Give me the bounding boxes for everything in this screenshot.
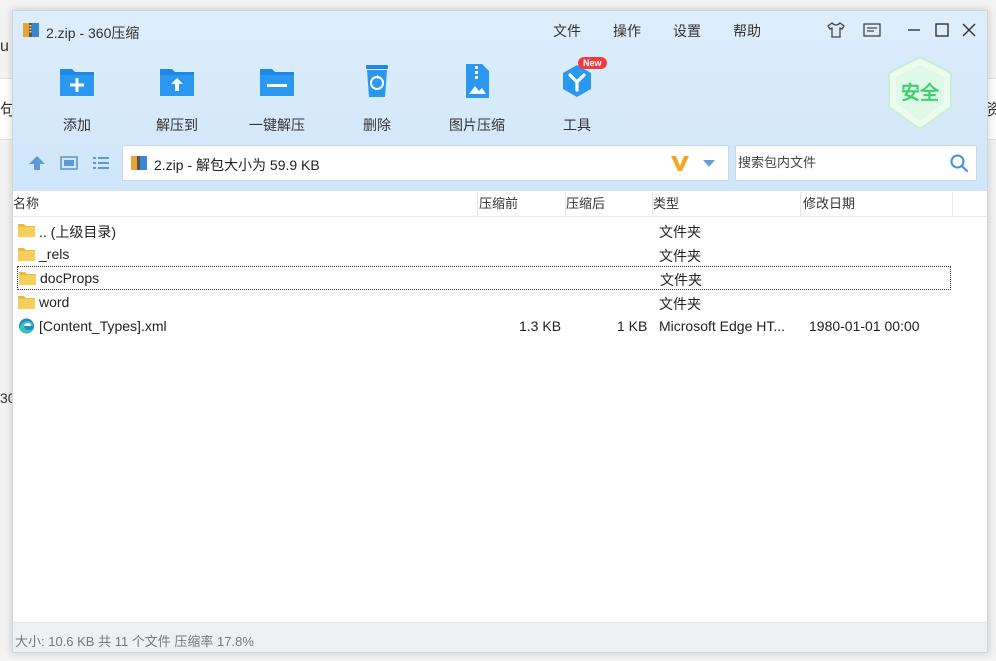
folder-icon [19,272,36,285]
security-label: 安全 [901,81,940,104]
file-modified-date: 1980-01-01 00:00 [809,318,920,334]
column-name[interactable]: 名称 [13,192,478,216]
folder-icon [18,296,35,309]
new-badge: New [578,57,607,69]
zip-archive-icon [131,156,147,170]
folder-icon [18,224,35,237]
thumbnail-view-icon[interactable] [58,153,80,173]
column-type[interactable]: 类型 [653,192,801,216]
skin-tshirt-icon[interactable] [826,20,846,40]
menu-file[interactable]: 文件 [553,21,581,41]
image-compress-icon [466,64,489,98]
path-text: 2.zip - 解包大小为 59.9 KB [154,157,320,173]
file-name: docProps [40,270,100,286]
window-title: 2.zip - 360压缩 [46,25,140,41]
delete-button[interactable]: 删除 [332,59,422,139]
column-modified-date[interactable]: 修改日期 [803,192,953,216]
folder-icon [18,248,35,261]
file-row-selected[interactable]: docProps 文件夹 [17,266,951,290]
one-click-extract-button[interactable]: 一键解压 [232,59,322,139]
file-type: 文件夹 [659,296,701,312]
one-click-extract-label: 一键解压 [249,117,305,133]
edge-icon [19,318,34,334]
status-text: 大小: 10.6 KB 共 11 个文件 压缩率 17.8% [15,634,254,649]
add-button-label: 添加 [63,117,91,133]
search-input[interactable] [736,146,938,178]
search-icon[interactable] [949,153,969,173]
column-size-before[interactable]: 压缩前 [478,192,566,216]
file-type: Microsoft Edge HT... [659,318,786,334]
file-size-before: 1.3 KB [519,318,562,334]
file-size-after: 1 KB [617,318,648,334]
extract-to-button[interactable]: 解压到 [132,59,222,139]
file-name: [Content_Types].xml [39,318,167,334]
column-size-after[interactable]: 压缩后 [566,192,653,216]
menu-settings[interactable]: 设置 [673,21,701,41]
file-row[interactable]: [Content_Types].xml 1.3 KB 1 KB Microsof… [13,314,953,338]
add-button[interactable]: 添加 [32,59,122,139]
recycle-delete-icon [366,65,388,97]
app-window: 2.zip - 360压缩 文件 操作 设置 帮助 添加 解压到 一键解压 删除… [12,10,988,653]
menu-operation[interactable]: 操作 [613,21,641,41]
search-box [735,145,977,181]
background-char: u [0,38,9,55]
image-compress-button[interactable]: 图片压缩 [432,59,522,139]
image-compress-label: 图片压缩 [449,117,505,133]
file-row-parent[interactable]: .. (上级目录) 文件夹 [13,218,953,242]
file-name: word [39,294,70,310]
toolbar-area: 2.zip - 360压缩 文件 操作 设置 帮助 添加 解压到 一键解压 删除… [13,11,987,191]
one-click-extract-icon [260,69,294,96]
menu-help[interactable]: 帮助 [733,21,761,41]
status-bar: 大小: 10.6 KB 共 11 个文件 压缩率 17.8% [13,622,987,652]
tools-button[interactable]: New 工具 [532,57,622,139]
vip-v-icon[interactable] [669,153,691,173]
zip-archive-icon [23,23,39,37]
message-icon[interactable] [862,20,882,40]
file-name: _rels [39,246,70,262]
list-view-icon[interactable] [90,153,112,173]
up-arrow-icon[interactable] [26,153,48,173]
column-header-row: 名称 压缩前 压缩后 类型 修改日期 [13,192,987,217]
path-bar[interactable]: 2.zip - 解包大小为 59.9 KB [122,145,729,181]
security-shield-icon[interactable]: 安全 [885,55,955,131]
file-type: 文件夹 [660,272,702,288]
minimize-icon[interactable] [904,20,924,40]
file-type: 文件夹 [659,224,701,240]
chevron-down-icon[interactable] [701,156,717,170]
add-folder-icon [60,69,94,96]
delete-label: 删除 [363,117,391,133]
file-name: .. (上级目录) [39,224,116,240]
file-row[interactable]: _rels 文件夹 [13,242,953,266]
extract-to-icon [160,69,194,96]
maximize-icon[interactable] [932,20,952,40]
file-row[interactable]: word 文件夹 [13,290,953,314]
tools-label: 工具 [563,117,591,133]
file-type: 文件夹 [659,248,701,264]
close-icon[interactable] [959,20,979,40]
title-bar[interactable]: 2.zip - 360压缩 文件 操作 设置 帮助 [13,11,987,49]
extract-to-label: 解压到 [156,117,198,133]
